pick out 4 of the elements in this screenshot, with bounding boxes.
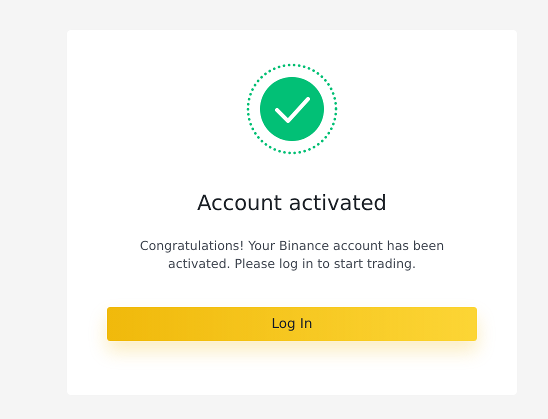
message: Congratulations! Your Binance account has been activated. Please log in to start trading. <box>138 237 446 273</box>
title: Account activated <box>197 190 387 217</box>
login-button[interactable]: Log In <box>107 307 477 341</box>
check-icon <box>246 63 338 155</box>
